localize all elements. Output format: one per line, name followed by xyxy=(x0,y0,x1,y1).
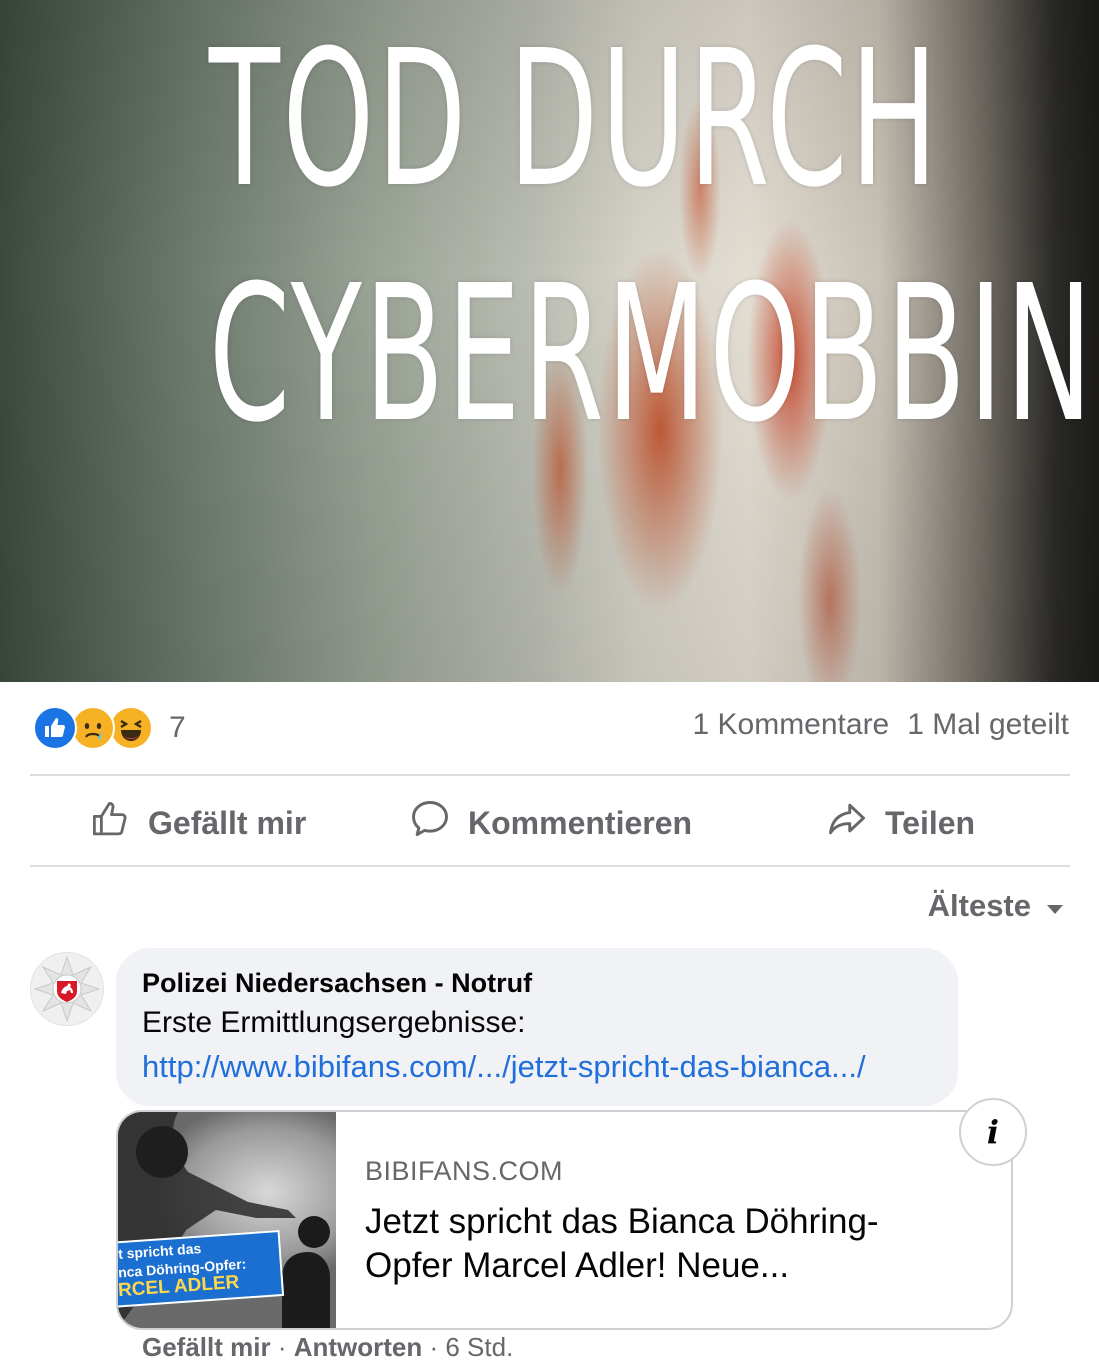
like-button-label: Gefällt mir xyxy=(148,804,307,841)
share-arrow-icon xyxy=(825,797,869,849)
share-button-label: Teilen xyxy=(885,804,976,841)
link-preview-card[interactable]: t spricht das nca Döhring-Opfer: RCEL AD… xyxy=(116,1110,1013,1330)
reactions-summary[interactable]: 7 xyxy=(33,705,186,751)
like-button[interactable]: Gefällt mir xyxy=(90,795,306,851)
comment-link[interactable]: http://www.bibifans.com/.../jetzt-sprich… xyxy=(142,1049,866,1085)
info-icon[interactable]: i xyxy=(959,1098,1027,1166)
link-preview-domain: BIBIFANS.COM xyxy=(365,1156,564,1186)
comment-sort-dropdown[interactable]: Älteste xyxy=(928,888,1065,924)
caret-down-icon xyxy=(1045,888,1065,924)
haha-icon xyxy=(109,706,153,750)
police-star-icon xyxy=(33,955,101,1023)
speech-bubble-icon xyxy=(408,797,452,849)
meta-separator: · xyxy=(270,1332,294,1362)
reaction-count: 7 xyxy=(169,711,186,744)
like-icon xyxy=(33,706,77,750)
image-title-line1: TOD DURCH xyxy=(208,10,941,229)
comment-bubble: Polizei Niedersachsen - Notruf Erste Erm… xyxy=(116,948,958,1106)
divider-top xyxy=(30,774,1070,776)
comment-text: Erste Ermittlungsergebnisse: xyxy=(142,1006,526,1039)
link-preview-title[interactable]: Jetzt spricht das Bianca Döhring-Opfer M… xyxy=(365,1200,965,1288)
comment-like-link[interactable]: Gefällt mir xyxy=(142,1332,271,1362)
comment-button-label: Kommentieren xyxy=(468,804,693,841)
image-title-line2: CYBERMOBBING xyxy=(208,245,1099,464)
comments-count-link[interactable]: 1 Kommentare xyxy=(692,708,889,742)
thumbs-up-icon xyxy=(90,798,132,848)
comment-timestamp[interactable]: 6 Std. xyxy=(445,1332,513,1362)
sad-icon xyxy=(71,706,115,750)
post-counts: 1 Kommentare 1 Mal geteilt xyxy=(692,708,1069,742)
shares-count-link[interactable]: 1 Mal geteilt xyxy=(907,708,1069,742)
meta-separator: · xyxy=(422,1332,446,1362)
comment-author[interactable]: Polizei Niedersachsen - Notruf xyxy=(142,968,532,999)
divider-bottom xyxy=(30,865,1070,867)
sort-label: Älteste xyxy=(927,888,1031,923)
link-preview-thumbnail: t spricht das nca Döhring-Opfer: RCEL AD… xyxy=(118,1112,336,1328)
comment-button[interactable]: Kommentieren xyxy=(408,795,692,851)
share-button[interactable]: Teilen xyxy=(825,795,975,851)
comment-meta: Gefällt mir · Antworten · 6 Std. xyxy=(142,1332,513,1363)
comment-reply-link[interactable]: Antworten xyxy=(294,1332,423,1362)
post-image[interactable]: TOD DURCH CYBERMOBBING xyxy=(0,0,1099,682)
avatar[interactable] xyxy=(30,952,104,1026)
